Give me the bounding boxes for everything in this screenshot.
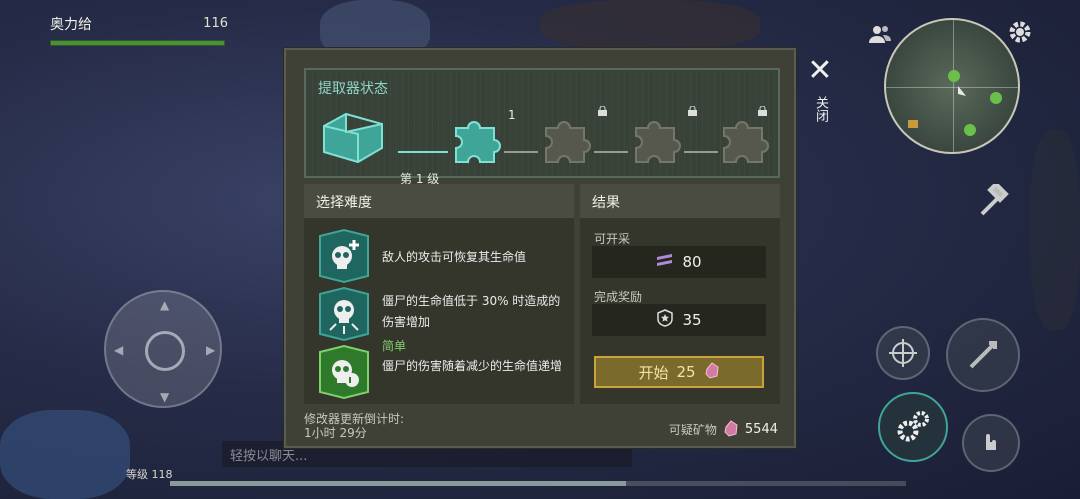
ore-label: 可疑矿物 <box>668 423 717 437</box>
reward-box: 35 <box>592 304 766 336</box>
build-hammer-icon[interactable] <box>974 182 1014 222</box>
extractor-stage-4[interactable] <box>628 110 692 166</box>
close-label[interactable]: 关闭 <box>810 96 830 122</box>
health-bar <box>50 40 225 46</box>
modifier-2-text: 僵尸的生命值低于 30% 时造成的伤害增加 <box>382 294 561 329</box>
extractor-status-panel: 提取器状态 1 第 1 级 <box>304 68 780 186</box>
extractor-status-title: 提取器状态 <box>318 81 388 97</box>
result-title: 结果 <box>580 184 780 218</box>
start-label: 开始 <box>638 363 669 382</box>
stage-link <box>504 151 538 153</box>
skull-burst-icon[interactable] <box>318 286 370 342</box>
attack-button[interactable] <box>946 318 1020 392</box>
difficulty-title: 选择难度 <box>304 184 574 218</box>
difficulty-panel: 选择难度 敌人的攻击可恢复其生命值 僵尸的生命值低于 30% 时造成的伤害增加 … <box>304 184 574 404</box>
skull-shield-icon[interactable] <box>318 344 370 400</box>
craft-gears-button[interactable] <box>878 392 948 462</box>
stage-link <box>594 151 628 153</box>
minimap[interactable] <box>884 18 1020 154</box>
extractor-modal: 提取器状态 1 第 1 级 选择难度 敌人的攻击可恢复其生命值 僵尸的生命值低于… <box>284 48 796 448</box>
stage-link <box>398 151 448 153</box>
reward-value: 35 <box>682 311 702 329</box>
scene-machinery <box>540 0 760 50</box>
crystal-ore-icon <box>704 361 720 383</box>
stage-2-count: 1 <box>508 108 516 122</box>
suspicious-ore-count: 可疑矿物 5544 <box>669 419 778 440</box>
xp-level-label: 等级 118 <box>126 468 173 481</box>
joystick-knob[interactable] <box>145 331 185 371</box>
ore-value: 5544 <box>744 422 778 437</box>
player-status: 奥力给 116 <box>50 14 232 46</box>
extractor-stage-5[interactable] <box>716 110 780 166</box>
reward-label: 完成奖励 <box>594 290 643 304</box>
timer-value: 1小时 29分 <box>304 426 367 440</box>
lock-icon <box>758 105 767 116</box>
modifier-timer: 修改器更新倒计时: 1小时 29分 <box>304 412 404 440</box>
reward-badge-icon <box>656 309 674 331</box>
modifier-3-text: 僵尸的伤害随着减少的生命值递增 <box>382 359 563 373</box>
result-panel: 结果 可开采 80 完成奖励 35 开始 25 <box>580 184 780 404</box>
skull-plus-icon[interactable] <box>318 228 370 284</box>
close-icon[interactable]: ✕ <box>806 56 834 86</box>
interact-button[interactable] <box>962 414 1020 472</box>
crystal-ore-icon <box>723 419 739 440</box>
extractor-stage-2[interactable] <box>448 110 512 166</box>
extractor-stage-3[interactable] <box>538 110 602 166</box>
scene-crate <box>0 410 130 499</box>
xp-progress-bar <box>170 481 906 486</box>
ore-bars-icon <box>656 253 674 271</box>
mineable-label: 可开采 <box>594 232 631 246</box>
timer-label: 修改器更新倒计时: <box>304 412 405 426</box>
mineable-value: 80 <box>682 253 702 271</box>
mineable-box: 80 <box>592 246 766 278</box>
player-level: 116 <box>203 16 228 31</box>
lock-icon <box>598 105 607 116</box>
modifier-3-title: 简单 <box>382 339 407 353</box>
aim-button[interactable] <box>876 326 930 380</box>
extractor-stage-1[interactable] <box>318 106 396 166</box>
lock-icon <box>688 105 697 116</box>
start-button[interactable]: 开始 25 <box>594 356 764 388</box>
modifier-1-text: 敌人的攻击可恢复其生命值 <box>382 250 527 264</box>
stage-link <box>684 151 718 153</box>
start-cost: 25 <box>676 363 696 381</box>
movement-joystick[interactable]: ▲ ▼ ◀ ▶ <box>104 290 222 408</box>
scene-wall <box>1030 130 1080 330</box>
